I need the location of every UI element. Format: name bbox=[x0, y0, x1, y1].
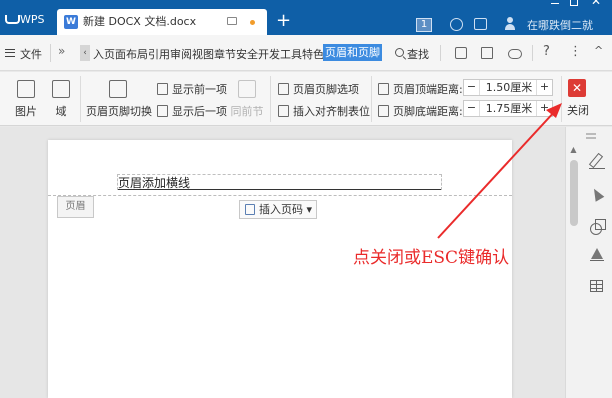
scroll-up-icon[interactable]: ▲ bbox=[568, 145, 579, 155]
share-icon[interactable] bbox=[455, 47, 467, 59]
insert-page-number-button[interactable]: 插入页码 ▾ bbox=[239, 200, 317, 219]
title-bar: WPS W 新建 DOCX 文档.docx + 1 在哪跌倒二就 ✕ bbox=[0, 0, 612, 35]
ribbon-divider bbox=[561, 76, 562, 122]
same-as-prev-button[interactable]: 同前节 bbox=[229, 80, 265, 119]
same-as-prev-label: 同前节 bbox=[230, 105, 264, 118]
field-label: 域 bbox=[55, 105, 67, 118]
document-page[interactable]: 页眉添加横线 页眉 插入页码 ▾ bbox=[48, 140, 512, 398]
header-boundary-line bbox=[48, 195, 512, 196]
header-footer-switch-label: 页眉页脚切换 bbox=[86, 105, 152, 118]
menu-divider bbox=[532, 45, 533, 61]
footer-distance-value[interactable]: 1.75厘米 bbox=[482, 101, 536, 116]
header-tag: 页眉 bbox=[57, 196, 94, 218]
footer-distance-increase-button[interactable]: + bbox=[536, 101, 552, 116]
show-prev-icon bbox=[157, 83, 168, 95]
tab-header-footer[interactable]: 页眉和页脚 bbox=[323, 44, 382, 61]
align-tab-icon bbox=[278, 105, 289, 117]
word-doc-icon: W bbox=[64, 15, 78, 29]
show-next-icon bbox=[157, 105, 168, 117]
show-prev-button[interactable]: 显示前一项 bbox=[157, 81, 227, 97]
footer-bottom-distance-text: 页脚底端距离: bbox=[393, 105, 463, 118]
field-button[interactable]: 域 bbox=[48, 80, 74, 119]
footer-distance-icon bbox=[378, 105, 389, 117]
cloud-icon[interactable] bbox=[508, 49, 522, 59]
picture-label: 图片 bbox=[15, 105, 37, 118]
header-top-distance-text: 页眉顶端距离: bbox=[393, 83, 463, 96]
window-count-badge[interactable]: 1 bbox=[416, 18, 432, 32]
ribbon-divider bbox=[80, 76, 81, 122]
ribbon: 图片 域 页眉页脚切换 显示前一项 显示后一项 同前节 页眉页脚选项 插入对齐制… bbox=[0, 72, 612, 126]
header-distance-icon bbox=[378, 83, 389, 95]
monitor-icon[interactable] bbox=[227, 17, 237, 25]
user-name[interactable]: 在哪跌倒二就 bbox=[527, 17, 593, 33]
page-number-icon bbox=[245, 204, 255, 215]
header-footer-options-label: 页眉页脚选项 bbox=[293, 83, 359, 96]
document-tab[interactable]: W 新建 DOCX 文档.docx bbox=[57, 9, 267, 35]
header-footer-switch-button[interactable]: 页眉页脚切换 bbox=[86, 80, 152, 119]
theme-icon[interactable] bbox=[474, 18, 487, 30]
header-top-distance-label: 页眉顶端距离: bbox=[378, 81, 463, 97]
collapse-ribbon-icon[interactable]: ^ bbox=[594, 44, 603, 57]
header-distance-increase-button[interactable]: + bbox=[536, 80, 552, 95]
switch-icon bbox=[109, 80, 127, 98]
minimize-button[interactable] bbox=[551, 3, 559, 4]
header-distance-value[interactable]: 1.50厘米 bbox=[482, 80, 536, 95]
field-icon bbox=[52, 80, 70, 98]
header-footer-options-button[interactable]: 页眉页脚选项 bbox=[278, 81, 359, 97]
window-close-button[interactable]: ✕ bbox=[591, 0, 601, 8]
wps-home-tab[interactable]: WPS bbox=[0, 9, 52, 31]
show-next-button[interactable]: 显示后一项 bbox=[157, 103, 227, 119]
same-as-prev-icon bbox=[238, 80, 256, 98]
user-avatar-icon[interactable] bbox=[504, 17, 516, 31]
search-label[interactable]: 查找 bbox=[407, 46, 429, 62]
skin-icon[interactable] bbox=[450, 18, 463, 31]
more-options-icon[interactable]: ⋮ bbox=[569, 44, 582, 59]
style-icon[interactable] bbox=[589, 247, 605, 263]
options-icon bbox=[278, 83, 289, 95]
ribbon-divider bbox=[371, 76, 372, 122]
menu-divider bbox=[50, 44, 51, 62]
hamburger-menu-icon[interactable] bbox=[5, 49, 15, 57]
scrollbar-thumb[interactable] bbox=[570, 160, 578, 226]
footer-bottom-distance-stepper[interactable]: − 1.75厘米 + bbox=[463, 100, 553, 117]
close-header-footer-label[interactable]: 关闭 bbox=[567, 102, 589, 118]
footer-bottom-distance-label: 页脚底端距离: bbox=[378, 103, 463, 119]
menu-divider bbox=[440, 45, 441, 61]
menu-tabs[interactable]: 入页面布局引用审阅视图章节安全开发工具特色应用 bbox=[93, 46, 346, 62]
menu-bar: 文件 » ‹ 入页面布局引用审阅视图章节安全开发工具特色应用 页眉和页脚 查找 … bbox=[0, 35, 612, 71]
header-distance-decrease-button[interactable]: − bbox=[464, 80, 480, 95]
insert-page-number-label: 插入页码 ▾ bbox=[259, 203, 313, 216]
maximize-button[interactable] bbox=[570, 0, 578, 6]
search-icon[interactable] bbox=[395, 48, 404, 57]
picture-icon bbox=[17, 80, 35, 98]
file-menu[interactable]: 文件 bbox=[20, 46, 42, 62]
show-next-label: 显示后一项 bbox=[172, 105, 227, 118]
cursor-icon[interactable] bbox=[589, 187, 605, 203]
pen-icon[interactable] bbox=[589, 153, 605, 169]
insert-align-tab-label: 插入对齐制表位 bbox=[293, 105, 370, 118]
shapes-icon[interactable] bbox=[589, 218, 606, 235]
help-icon[interactable]: ? bbox=[543, 44, 550, 59]
vertical-scrollbar[interactable]: ▲ bbox=[568, 145, 579, 398]
right-sidebar: ▲ bbox=[565, 127, 612, 398]
sidebar-handle-icon[interactable] bbox=[586, 133, 596, 135]
show-prev-label: 显示前一项 bbox=[172, 83, 227, 96]
annotation-text: 点关闭或ESC键确认 bbox=[353, 248, 510, 268]
document-tab-title: 新建 DOCX 文档.docx bbox=[83, 15, 197, 28]
header-underline bbox=[118, 189, 441, 190]
ribbon-divider bbox=[270, 76, 271, 122]
unsaved-dot-icon bbox=[250, 20, 255, 25]
menu-scroll-left-button[interactable]: ‹ bbox=[80, 45, 90, 61]
footer-distance-decrease-button[interactable]: − bbox=[464, 101, 480, 116]
insert-align-tab-button[interactable]: 插入对齐制表位 bbox=[278, 103, 370, 119]
screen-icon[interactable] bbox=[481, 47, 493, 59]
header-top-distance-stepper[interactable]: − 1.50厘米 + bbox=[463, 79, 553, 96]
table-icon[interactable] bbox=[590, 280, 603, 292]
wps-home-label: WPS bbox=[20, 13, 45, 26]
picture-button[interactable]: 图片 bbox=[8, 80, 44, 119]
wps-logo-icon bbox=[4, 12, 20, 25]
menu-more-button[interactable]: » bbox=[58, 44, 65, 58]
close-header-footer-icon[interactable]: ✕ bbox=[568, 79, 586, 97]
new-tab-button[interactable]: + bbox=[276, 12, 291, 30]
